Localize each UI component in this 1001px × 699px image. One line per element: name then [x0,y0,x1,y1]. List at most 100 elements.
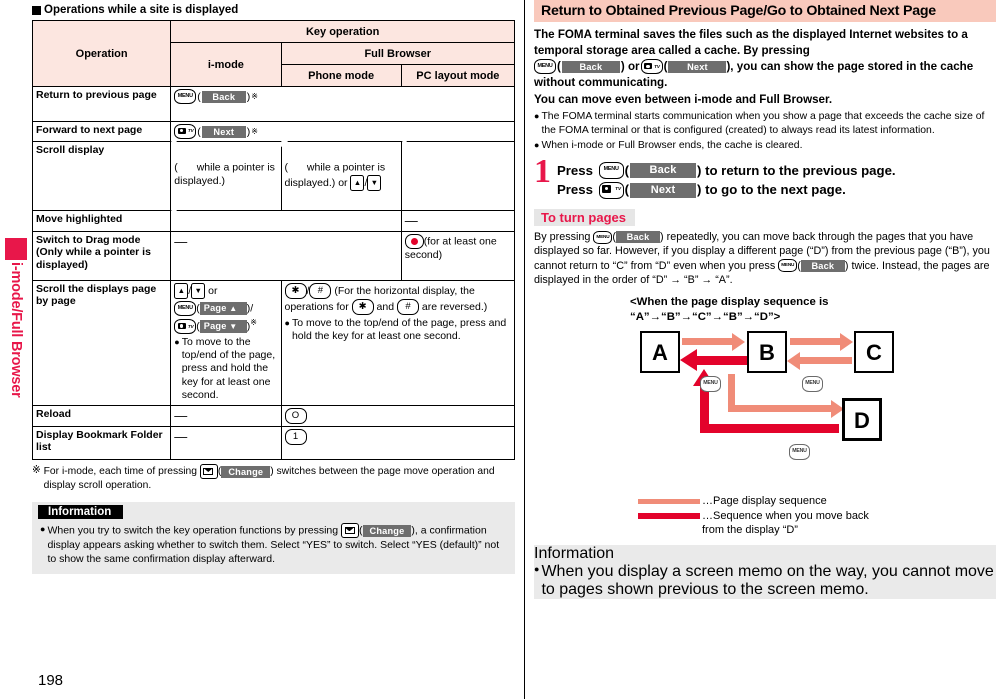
menu-key-icon: MENU [789,444,810,461]
table-row: Return to previous page MENU(Back) ※ [31,86,515,122]
manual-page: i-mode/Full Browser Operations while a s… [0,0,1001,699]
row-label-scroll-page: Scroll the displays page by page [31,280,172,406]
step-number: 1 [534,152,551,190]
arrow-b-to-a-shaft [697,356,749,366]
left-column: Operations while a site is displayed Ope… [31,0,524,699]
arrow-b-to-c-head [840,332,853,351]
zero-key-icon: O [284,408,307,424]
back-softkey-label: Back [800,259,845,272]
legend-label-back-cont: from the display “D” [702,523,798,536]
row-value-scroll-page-imode: ▲ / ▼ or MENU(Page ▲)/ TV(Page ▼)※ ● To mo… [170,280,282,406]
step-line-1: Press MENU(Back) to return to the previo… [557,161,896,181]
information-box-right: Information ● When you display a screen … [534,545,996,600]
section-heading: Operations while a site is displayed [32,4,524,16]
diagram-legend: …Page display sequence …Sequence when yo… [638,494,996,537]
footnote-marker: ※ [32,465,41,476]
row-label-return-previous: Return to previous page [31,86,172,122]
th-operation: Operation [31,20,172,87]
dash-mark: — [174,408,188,423]
hash-key-icon: # [309,283,332,299]
row-label-bookmark-folder: Display Bookmark Folder list [31,426,172,460]
row-value-bookmark-imode: — [170,426,282,460]
arrow-a-to-b-head [732,332,745,351]
menu-key-icon: MENU [598,161,624,179]
diagram-node-b: B [747,331,787,374]
back-softkey-label: Back [561,60,620,73]
step-line1-suffix: ) to return to the previous page. [697,162,896,178]
legend-label-back: …Sequence when you move back [702,509,869,522]
arrow-b-to-a-head [680,349,697,372]
hash-key-icon: # [396,299,419,315]
step-line2-prefix: Press [557,182,593,198]
information-title: Information [534,545,615,563]
th-full-browser: Full Browser [280,42,515,65]
legend-item-forward: …Page display sequence [638,494,996,508]
camera-tv-key-icon: TV [640,59,663,75]
arrow-b-to-d-horizontal [728,405,833,413]
page-sequence-diagram: A B C D MENU MENU MENU [534,328,996,488]
change-softkey-label: Change [221,465,271,478]
camera-tv-key-icon: TV [598,181,624,199]
row-label-move-highlighted: Move highlighted [31,210,172,232]
down-key-icon: ▼ [367,175,382,191]
row-label-reload: Reload [31,405,172,427]
menu-key-icon: MENU [593,230,613,244]
row-value-scroll-phone: ( while a pointer is displayed.) or ▲ / ▼ [280,141,402,211]
legend-item-back: …Sequence when you move back [638,509,996,523]
footnote: ※ For i-mode, each time of pressing (Cha… [32,464,495,491]
footnote-marker: ※ [250,318,257,327]
table-row: Switch to Drag mode (Only while a pointe… [31,231,516,281]
back-softkey-label: Back [630,162,697,178]
mail-key-icon [199,464,218,479]
row-value-return-previous: MENU(Back) ※ [170,86,515,122]
row-value-scroll-imode: ( while a pointer is displayed.) [170,141,282,211]
arrow-a-to-b-shaft [682,338,734,346]
th-pc-layout-mode: PC layout mode [400,64,516,87]
bullet-dot-icon: ● [534,110,540,121]
diagram-caption-line1: <When the page display sequence is [630,296,829,309]
bullet-dot-icon: ● [174,337,180,348]
info-text: When you display a screen memo on the wa… [541,563,994,599]
next-softkey-label: Next [201,125,246,138]
row-value-move-highlighted [170,210,402,232]
nav-key-icon [174,213,190,228]
down-key-icon: ▼ [191,283,206,299]
table-header-row-1: Operation Key operation [31,20,515,87]
asterisk-key-icon: ✱ [351,299,374,315]
section-heading-label: Operations while a site is displayed [44,4,239,16]
turn-pages-paragraph: By pressing MENU(Back) repeatedly, you c… [534,230,990,286]
back-softkey-label: Back [616,231,661,244]
table-row: Scroll the displays page by page ▲ / ▼ or … [31,280,515,406]
operations-table: Operation Key operation i-mode Full Brow… [31,20,516,460]
information-title: Information [38,505,124,520]
row-value-bookmark-fb: 1 [280,426,515,460]
arrow-b-to-c-shaft [790,338,842,346]
table-row: Forward to next page TV(Next) ※ [31,121,515,142]
step-block: 1 Press MENU(Back) to return to the prev… [534,152,996,201]
table-row: Display Bookmark Folder list — 1 [31,426,515,460]
bullet-dot-icon: ● [534,140,540,151]
lead-mid: ) or [620,59,640,73]
row-value-drag-mid: — [170,231,402,281]
para-text-a: By pressing [534,231,594,244]
bullet-dot-icon: ● [40,524,46,535]
up-key-icon: ▲ [350,175,365,191]
row-value-drag-pc: (for at least one second) [400,231,516,281]
center-select-key-icon [404,234,424,249]
one-key-icon: 1 [284,429,307,445]
th-key-operation: Key operation [170,20,515,43]
arrow-d-to-b-horizontal [700,424,839,434]
menu-key-icon: MENU [778,259,798,273]
information-box-left: Information ● When you try to switch the… [32,502,515,574]
right-column: Return to Obtained Previous Page/Go to O… [534,0,996,600]
menu-key-icon: MENU [700,376,721,393]
diagram-caption-line2: “A”→“B”→“C”→“B”→“D”> [630,310,781,323]
back-softkey-label: Back [201,90,246,103]
next-softkey-label: Next [668,60,727,73]
menu-key-icon: MENU [174,301,197,316]
dash-mark: — [174,429,188,444]
side-tab-color-bar [5,238,27,260]
footnote-text-before: For i-mode, each time of pressing [43,466,200,478]
bullet-text: The FOMA terminal starts communication w… [541,110,985,136]
menu-key-icon: MENU [802,376,823,393]
